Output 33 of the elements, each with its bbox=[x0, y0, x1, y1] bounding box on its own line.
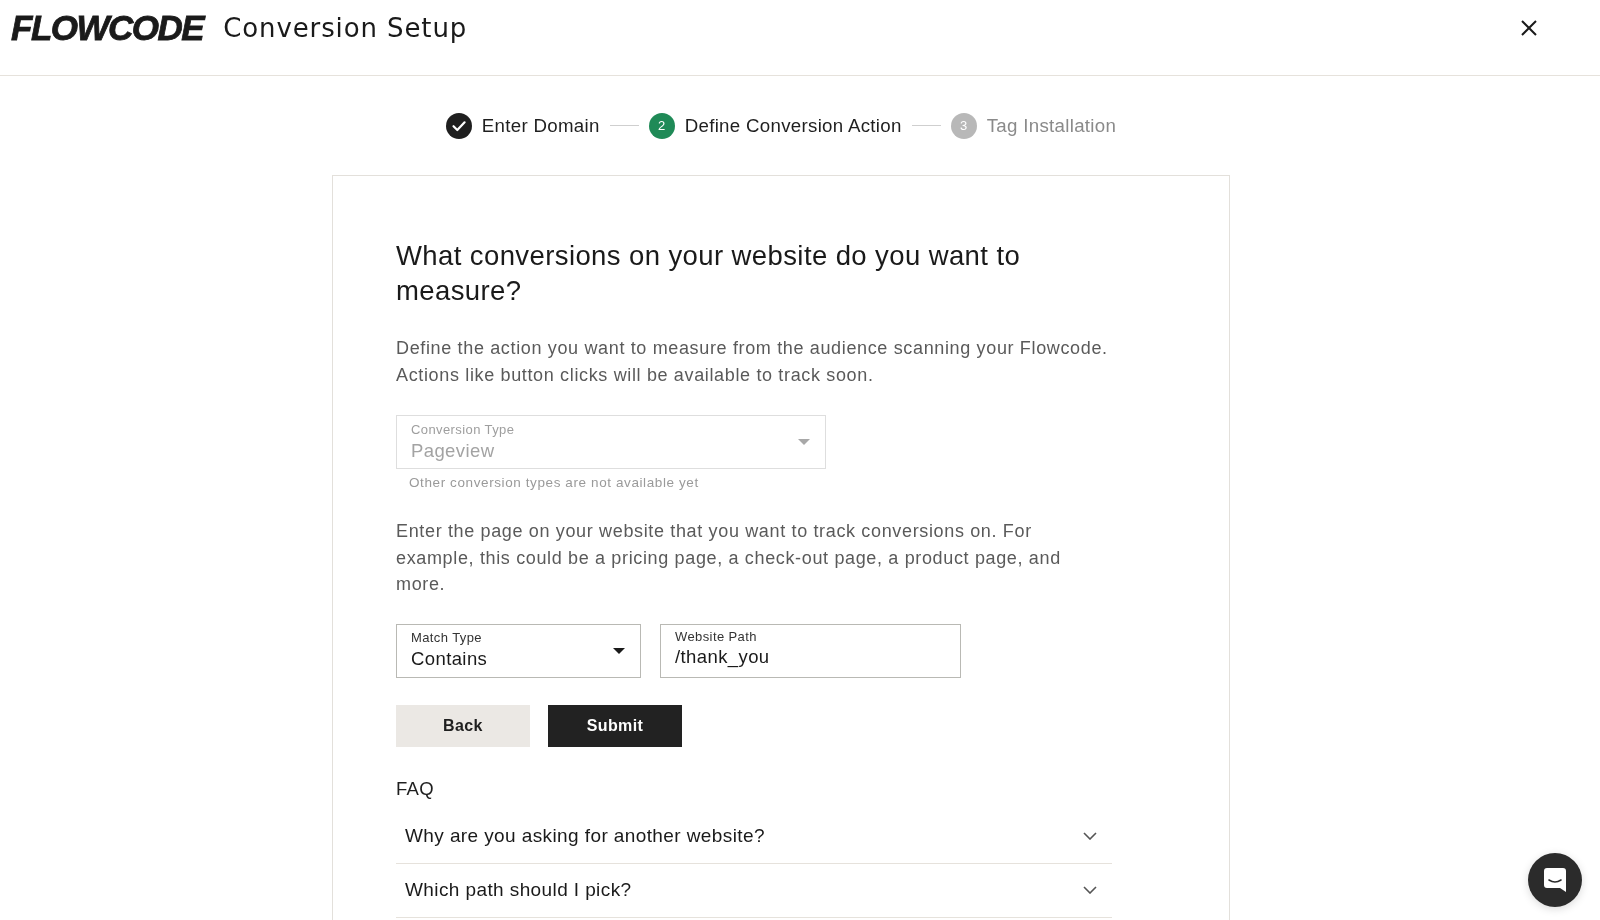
back-button[interactable]: Back bbox=[396, 704, 530, 747]
field-value: Contains bbox=[411, 647, 488, 671]
intro-text: Actions like button clicks will be available to track soon. bbox=[396, 363, 874, 387]
step-label: Define Conversion Action bbox=[684, 114, 902, 137]
chat-icon bbox=[1544, 868, 1566, 892]
website-path-input: /thank_you bbox=[675, 645, 875, 668]
page-title: Conversion Setup bbox=[223, 14, 468, 41]
chat-launcher-button[interactable] bbox=[1528, 853, 1582, 907]
caret-icon bbox=[798, 439, 810, 445]
website-path-field[interactable]: Website Path /thank_you bbox=[660, 623, 961, 678]
flowcode-logo: FLOWCODE bbox=[11, 10, 204, 45]
field-value: Pageview bbox=[411, 438, 495, 463]
field-label: Website Path bbox=[675, 628, 757, 645]
faq-question[interactable]: Why are you asking for another website? bbox=[405, 825, 765, 847]
field-label: Match Type bbox=[411, 630, 482, 646]
intro-text: Define the action you want to measure from the audience scanning your Flowcode. bbox=[396, 337, 1108, 360]
caret-icon bbox=[613, 647, 625, 654]
faq-question[interactable]: Which path should I pick? bbox=[405, 879, 632, 901]
step-label: Enter Domain bbox=[481, 114, 600, 137]
path-intro-text: Enter the page on your website that you want to track conversions on. For bbox=[396, 520, 1032, 543]
step-number-badge: 2 bbox=[648, 112, 675, 139]
step-number-badge: 3 bbox=[950, 112, 977, 139]
faq-heading: FAQ bbox=[396, 776, 434, 801]
field-label: Conversion Type bbox=[411, 421, 515, 438]
close-icon bbox=[1520, 18, 1538, 37]
match-type-select[interactable]: Match Type Contains bbox=[396, 623, 641, 678]
path-intro-text: example, this could be a pricing page, a check-out page, a product page, and bbox=[396, 546, 1061, 570]
step-label: Tag Installation bbox=[986, 114, 1117, 137]
submit-button[interactable]: Submit bbox=[548, 704, 682, 747]
helper-text: Other conversion types are not available yet bbox=[409, 474, 699, 492]
form-heading: What conversions on your website do you want to measure? bbox=[396, 239, 1022, 308]
close-button[interactable] bbox=[1520, 18, 1538, 37]
path-intro-text: more. bbox=[396, 573, 446, 596]
